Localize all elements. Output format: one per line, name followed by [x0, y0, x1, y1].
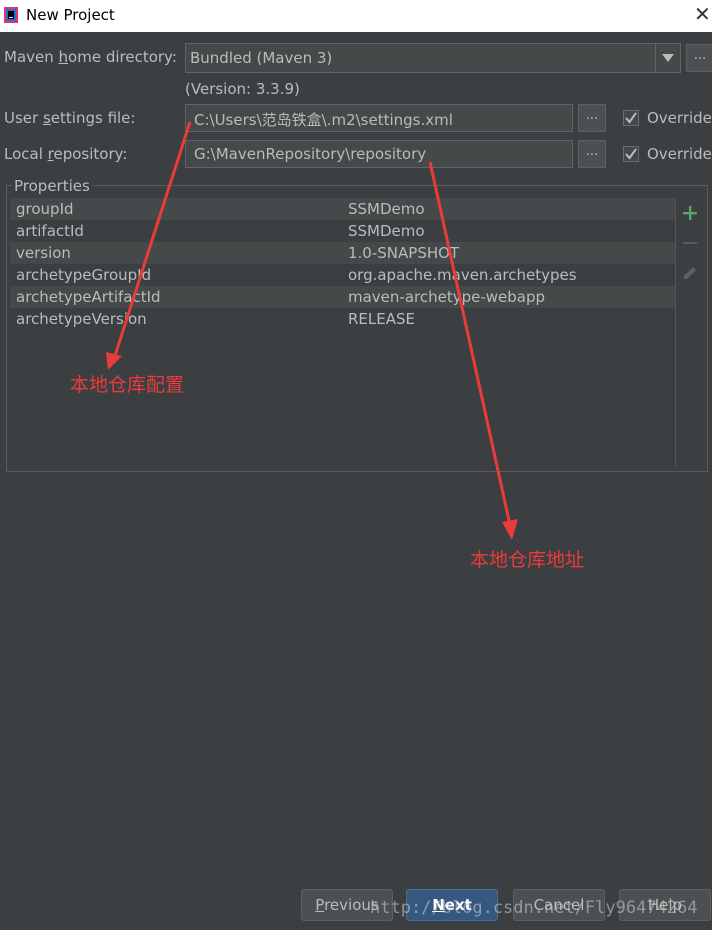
repo-override-checkbox[interactable]: [623, 146, 639, 162]
properties-table[interactable]: groupId SSMDemo artifactId SSMDemo versi…: [10, 198, 675, 468]
maven-home-value: Bundled (Maven 3): [190, 49, 333, 67]
remove-icon[interactable]: [683, 242, 697, 245]
property-value: 1.0-SNAPSHOT: [348, 244, 460, 262]
property-key: archetypeArtifactId: [16, 288, 161, 306]
property-key: version: [16, 244, 71, 262]
property-value: maven-archetype-webapp: [348, 288, 546, 306]
property-key: archetypeVersion: [16, 310, 147, 328]
local-repository-value: G:\MavenRepository\repository: [194, 145, 427, 163]
property-key: archetypeGroupId: [16, 266, 152, 284]
local-repository-input[interactable]: G:\MavenRepository\repository: [185, 140, 573, 168]
table-row[interactable]: groupId SSMDemo: [10, 198, 675, 220]
repo-address-annotation: 本地仓库地址: [470, 549, 585, 571]
arrow-head-repository: [502, 519, 518, 540]
property-key: groupId: [16, 200, 74, 218]
properties-title: Properties: [12, 177, 92, 195]
maven-version-text: (Version: 3.3.9): [185, 80, 300, 98]
close-icon[interactable]: ✕: [694, 4, 711, 24]
user-settings-browse-button[interactable]: ...: [578, 104, 606, 132]
local-repository-label: Local repository:: [4, 145, 128, 163]
property-value: org.apache.maven.archetypes: [348, 266, 577, 284]
property-value: RELEASE: [348, 310, 415, 328]
settings-override-label: Override: [647, 109, 712, 127]
user-settings-label: User settings file:: [4, 109, 136, 127]
window-title: New Project: [26, 6, 115, 24]
table-row[interactable]: version 1.0-SNAPSHOT: [10, 242, 675, 264]
local-repository-browse-button[interactable]: ...: [578, 140, 606, 168]
maven-home-combobox[interactable]: Bundled (Maven 3): [185, 43, 681, 73]
edit-pencil-icon[interactable]: [683, 266, 697, 282]
repo-override-label: Override: [647, 145, 712, 163]
table-row[interactable]: artifactId SSMDemo: [10, 220, 675, 242]
title-bar: New Project ✕: [0, 0, 712, 32]
user-settings-input[interactable]: C:\Users\范岛铁盒\.m2\settings.xml: [185, 104, 573, 132]
maven-home-browse-button[interactable]: ...: [686, 44, 712, 72]
checkmark-icon: [625, 112, 637, 124]
user-settings-value: C:\Users\范岛铁盒\.m2\settings.xml: [194, 111, 453, 129]
add-icon[interactable]: [683, 206, 697, 220]
intellij-app-icon: [4, 7, 18, 23]
property-key: artifactId: [16, 222, 84, 240]
repo-config-annotation: 本地仓库配置: [70, 374, 185, 396]
property-value: SSMDemo: [348, 200, 425, 218]
watermark-text: http://blog.csdn.net/Fly96474264: [370, 898, 698, 918]
settings-override-checkbox[interactable]: [623, 110, 639, 126]
properties-toolbar: [675, 198, 705, 468]
table-row[interactable]: archetypeVersion RELEASE: [10, 308, 675, 330]
table-row[interactable]: archetypeGroupId org.apache.maven.archet…: [10, 264, 675, 286]
table-row[interactable]: archetypeArtifactId maven-archetype-weba…: [10, 286, 675, 308]
property-value: SSMDemo: [348, 222, 425, 240]
dropdown-arrow-icon[interactable]: [655, 44, 680, 72]
checkmark-icon: [625, 148, 637, 160]
maven-home-label: Maven home directory:: [4, 48, 177, 66]
